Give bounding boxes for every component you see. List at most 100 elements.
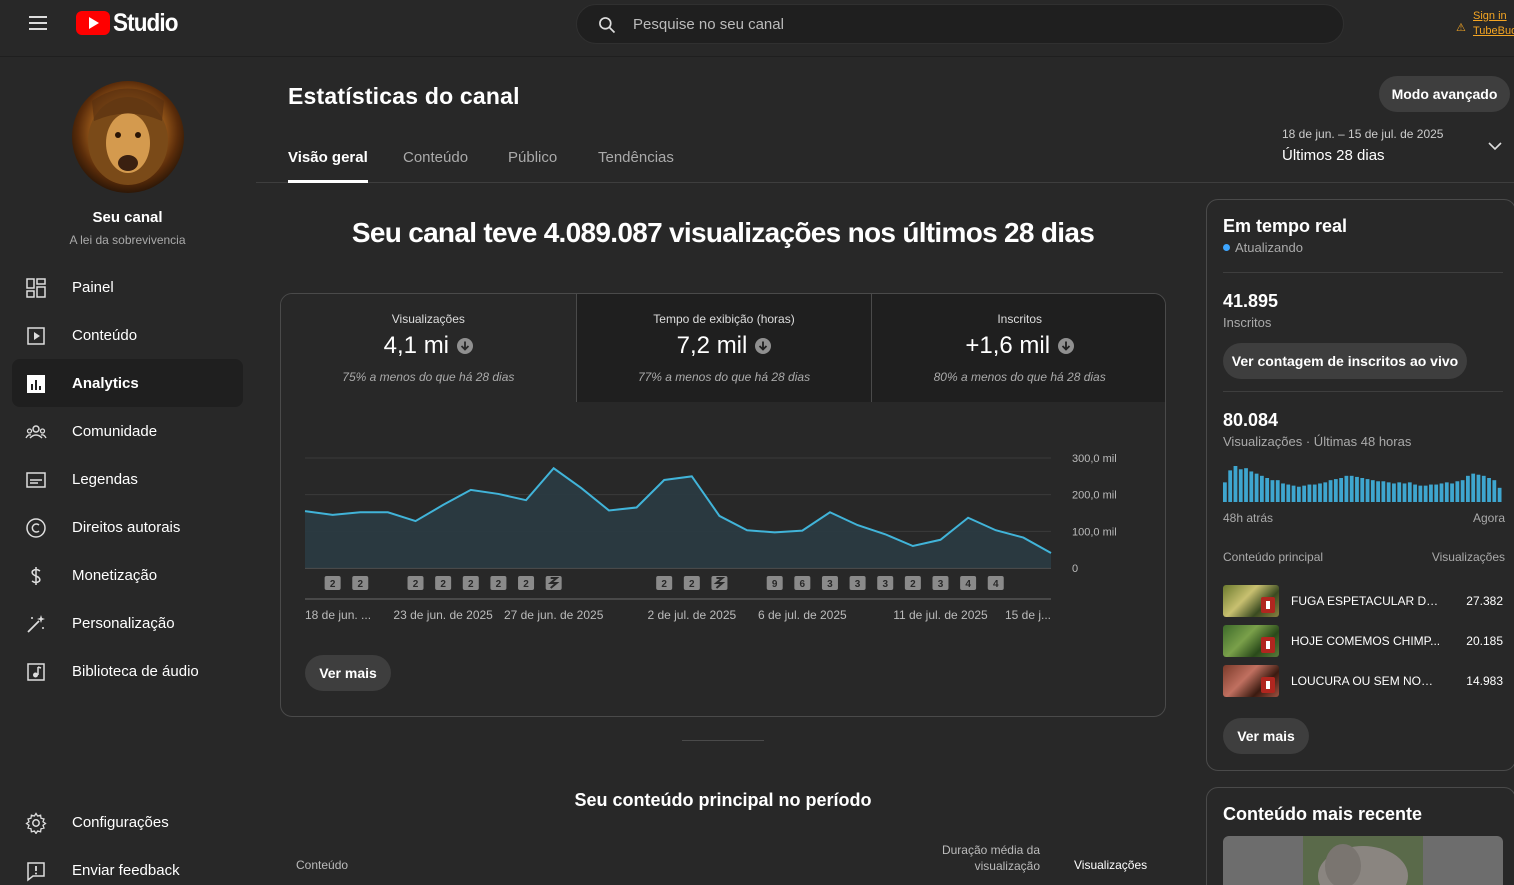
top-content-views: 20.185 bbox=[1466, 634, 1503, 648]
tab-audience[interactable]: Público bbox=[508, 149, 557, 180]
kpi-views[interactable]: Visualizações 4,1 mi 75% a menos do que … bbox=[281, 294, 577, 402]
x-tick-label: 15 de j... bbox=[1005, 608, 1051, 622]
nav-label: Configurações bbox=[72, 813, 169, 831]
x-tick-label: 2 de jul. de 2025 bbox=[647, 608, 736, 622]
spark-bar bbox=[1312, 484, 1317, 502]
spark-bar bbox=[1233, 466, 1238, 502]
page-title: Estatísticas do canal bbox=[288, 83, 520, 109]
upload-marker-count: 4 bbox=[993, 579, 999, 590]
main-content: Estatísticas do canal Modo avançado Visã… bbox=[256, 57, 1514, 885]
spark-bar bbox=[1270, 480, 1275, 502]
dollar-icon bbox=[31, 567, 41, 585]
top-content-row[interactable]: HOJE COMEMOS CHIMP... 20.185 bbox=[1223, 625, 1503, 657]
realtime-sparkline[interactable] bbox=[1223, 462, 1503, 502]
nav-content[interactable]: Conteúdo bbox=[12, 311, 243, 359]
kpi-value: 4,1 mi bbox=[383, 332, 450, 359]
advanced-mode-button[interactable]: Modo avançado bbox=[1379, 76, 1510, 112]
analytics-icon bbox=[27, 375, 45, 393]
spark-bar bbox=[1365, 479, 1370, 502]
upload-marker-count: 2 bbox=[468, 579, 474, 590]
views-chart[interactable]: 300,0 mil 200,0 mil 100,0 mil 0 2 2 2 2 2 2 2 2 2 9 6 3… bbox=[281, 402, 1166, 632]
nav-community[interactable]: Comunidade bbox=[12, 407, 243, 455]
live-subscribers-button[interactable]: Ver contagem de inscritos ao vivo bbox=[1223, 343, 1467, 379]
recent-video-thumbnail[interactable] bbox=[1223, 836, 1503, 885]
realtime-see-more-button[interactable]: Ver mais bbox=[1223, 718, 1309, 754]
gear-icon bbox=[25, 812, 47, 834]
upload-marker-count: 2 bbox=[413, 579, 419, 590]
search-bar[interactable] bbox=[576, 4, 1344, 44]
lion-image bbox=[88, 88, 168, 185]
studio-logo[interactable]: Studio bbox=[76, 9, 185, 37]
menu-icon[interactable] bbox=[20, 12, 56, 36]
nav-customization[interactable]: Personalização bbox=[12, 599, 243, 647]
spark-bar bbox=[1476, 474, 1481, 502]
y-tick-label: 100,0 mil bbox=[1072, 526, 1117, 538]
search-input[interactable] bbox=[633, 5, 1313, 43]
spark-bar bbox=[1281, 483, 1285, 502]
spark-end-label: Agora bbox=[1472, 511, 1505, 525]
spark-bar bbox=[1450, 483, 1454, 502]
date-range-label: Últimos 28 dias bbox=[1282, 147, 1385, 164]
nav-copyright[interactable]: Direitos autorais bbox=[12, 503, 243, 551]
tab-overview[interactable]: Visão geral bbox=[288, 149, 368, 183]
tubebuddy-signin[interactable]: ⚠ Sign in TubeBuddy bbox=[1456, 9, 1514, 39]
spark-bar bbox=[1423, 485, 1428, 502]
upload-marker-count: 4 bbox=[965, 579, 971, 590]
nav-label: Legendas bbox=[72, 470, 138, 488]
column-views[interactable]: Visualizações bbox=[1074, 858, 1147, 872]
nav-subtitles[interactable]: Legendas bbox=[12, 455, 243, 503]
nav-dashboard[interactable]: Painel bbox=[12, 263, 243, 311]
upload-marker-count: 9 bbox=[772, 579, 778, 590]
tab-trends[interactable]: Tendências bbox=[598, 149, 674, 180]
nav-analytics[interactable]: Analytics bbox=[12, 359, 243, 407]
nav-settings[interactable]: Configurações bbox=[12, 798, 243, 846]
spark-bar bbox=[1455, 481, 1460, 502]
date-range-dates: 18 de jun. – 15 de jul. de 2025 bbox=[1282, 127, 1444, 141]
recent-content-card: Conteúdo mais recente bbox=[1206, 787, 1514, 885]
upload-marker-count: 3 bbox=[827, 579, 833, 590]
upload-marker-count: 6 bbox=[800, 579, 806, 590]
spark-bar bbox=[1223, 482, 1227, 502]
top-content-row[interactable]: LOUCURA OU SEM NOÇÃO 14.983 bbox=[1223, 665, 1503, 697]
upload-marker-count: 2 bbox=[496, 579, 502, 590]
column-avg-duration[interactable]: Duração média da visualização bbox=[896, 842, 1040, 874]
kpi-title: Inscritos bbox=[997, 312, 1043, 326]
top-content-views: 14.983 bbox=[1466, 674, 1503, 688]
arrow-down-icon bbox=[1058, 338, 1075, 354]
arrow-down-icon bbox=[755, 338, 772, 354]
spark-bar bbox=[1328, 480, 1333, 502]
spark-bar bbox=[1397, 482, 1402, 502]
channel-avatar[interactable] bbox=[72, 81, 184, 193]
signin-link[interactable]: Sign in bbox=[1473, 9, 1514, 24]
tab-content[interactable]: Conteúdo bbox=[403, 149, 468, 180]
nav-label: Biblioteca de áudio bbox=[72, 662, 199, 680]
top-content-row[interactable]: FUGA ESPETACULAR DE ... 27.382 bbox=[1223, 585, 1503, 617]
search-icon[interactable] bbox=[597, 15, 617, 35]
nav-audio-library[interactable]: Biblioteca de áudio bbox=[12, 647, 243, 695]
kpi-title: Visualizações bbox=[391, 312, 465, 326]
shorts-badge-icon bbox=[1261, 677, 1275, 693]
nav-label: Conteúdo bbox=[72, 326, 138, 344]
kpi-watch-time[interactable]: Tempo de exibição (horas) 7,2 mil 77% a … bbox=[576, 294, 873, 402]
y-tick-label: 0 bbox=[1072, 563, 1078, 575]
nav-monetization[interactable]: Monetização bbox=[12, 551, 243, 599]
channel-name: A lei da sobrevivencia bbox=[69, 233, 186, 247]
nav-feedback[interactable]: Enviar feedback bbox=[12, 846, 243, 885]
spark-bar bbox=[1333, 479, 1338, 502]
spark-bar bbox=[1360, 478, 1365, 502]
upload-marker-count: 3 bbox=[882, 579, 888, 590]
tubebuddy-link[interactable]: TubeBuddy bbox=[1473, 24, 1514, 39]
column-content[interactable]: Conteúdo bbox=[296, 858, 348, 872]
see-more-button[interactable]: Ver mais bbox=[305, 655, 391, 691]
elephant-image bbox=[1303, 836, 1423, 885]
spark-bar bbox=[1434, 484, 1439, 502]
top-content-title: FUGA ESPETACULAR DE ... bbox=[1291, 594, 1441, 608]
magic-wand-icon bbox=[27, 615, 45, 633]
upload-marker-count: 3 bbox=[855, 579, 861, 590]
kpi-subscribers[interactable]: Inscritos +1,6 mil 80% a menos do que há… bbox=[872, 294, 1165, 402]
spark-bar bbox=[1318, 483, 1322, 502]
spark-start-label: 48h atrás bbox=[1223, 511, 1274, 525]
date-range-picker[interactable]: 18 de jun. – 15 de jul. de 2025 Últimos … bbox=[1282, 127, 1502, 164]
realtime-title: Em tempo real bbox=[1223, 216, 1348, 236]
upload-marker-count: 2 bbox=[440, 579, 446, 590]
